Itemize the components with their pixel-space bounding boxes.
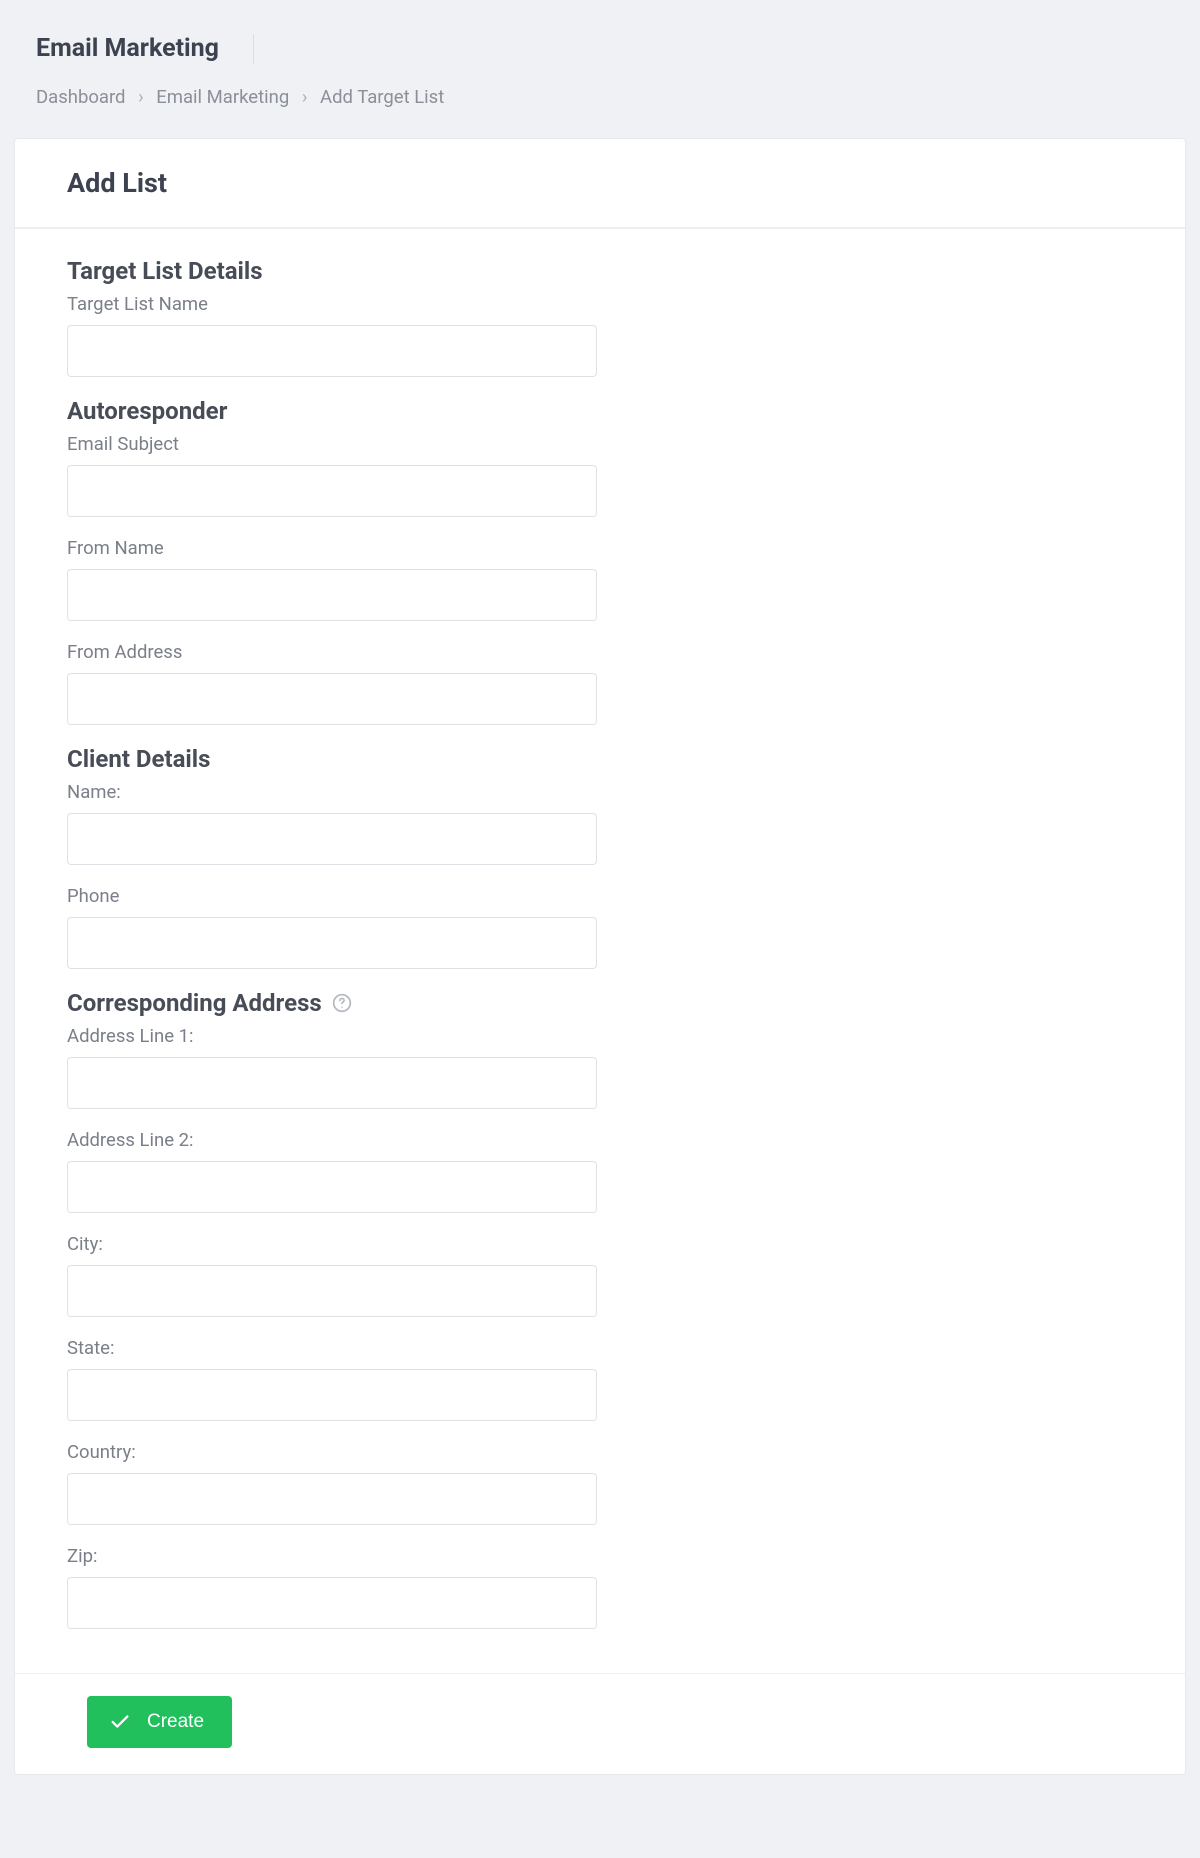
email-subject-input[interactable]	[67, 465, 597, 517]
from-address-input[interactable]	[67, 673, 597, 725]
section-title-autoresponder: Autoresponder	[67, 397, 1133, 425]
address-line-2-input[interactable]	[67, 1161, 597, 1213]
label-from-name: From Name	[67, 537, 1133, 559]
country-input[interactable]	[67, 1473, 597, 1525]
client-name-input[interactable]	[67, 813, 597, 865]
label-client-phone: Phone	[67, 885, 1133, 907]
zip-input[interactable]	[67, 1577, 597, 1629]
section-title-target-list: Target List Details	[67, 257, 1133, 285]
client-phone-input[interactable]	[67, 917, 597, 969]
label-address-line-2: Address Line 2:	[67, 1129, 1133, 1151]
create-button-label: Create	[147, 1711, 204, 1733]
breadcrumb-item-current: Add Target List	[320, 86, 444, 108]
section-client-details: Client Details Name: Phone	[67, 745, 1133, 969]
label-email-subject: Email Subject	[67, 433, 1133, 455]
label-country: Country:	[67, 1441, 1133, 1463]
chevron-right-icon: ›	[302, 86, 308, 108]
section-autoresponder: Autoresponder Email Subject From Name Fr…	[67, 397, 1133, 725]
label-address-line-1: Address Line 1:	[67, 1025, 1133, 1047]
address-line-1-input[interactable]	[67, 1057, 597, 1109]
label-target-list-name: Target List Name	[67, 293, 1133, 315]
page-title: Email Marketing	[36, 34, 254, 64]
breadcrumb: Dashboard › Email Marketing › Add Target…	[36, 86, 1164, 108]
section-title-client-details: Client Details	[67, 745, 1133, 773]
label-from-address: From Address	[67, 641, 1133, 663]
breadcrumb-item-dashboard[interactable]: Dashboard	[36, 86, 125, 108]
section-title-corresponding-address: Corresponding Address	[67, 989, 322, 1017]
card-title: Add List	[67, 167, 1145, 199]
from-name-input[interactable]	[67, 569, 597, 621]
chevron-right-icon: ›	[138, 86, 144, 108]
city-input[interactable]	[67, 1265, 597, 1317]
create-button[interactable]: Create	[87, 1696, 232, 1748]
label-city: City:	[67, 1233, 1133, 1255]
section-corresponding-address: Corresponding Address Address Line 1: Ad…	[67, 989, 1133, 1629]
help-icon[interactable]	[332, 993, 352, 1013]
section-target-list-details: Target List Details Target List Name	[67, 257, 1133, 377]
check-icon	[109, 1711, 131, 1733]
target-list-name-input[interactable]	[67, 325, 597, 377]
label-client-name: Name:	[67, 781, 1133, 803]
breadcrumb-item-email-marketing[interactable]: Email Marketing	[156, 86, 289, 108]
state-input[interactable]	[67, 1369, 597, 1421]
label-state: State:	[67, 1337, 1133, 1359]
label-zip: Zip:	[67, 1545, 1133, 1567]
add-list-card: Add List Target List Details Target List…	[14, 138, 1186, 1775]
